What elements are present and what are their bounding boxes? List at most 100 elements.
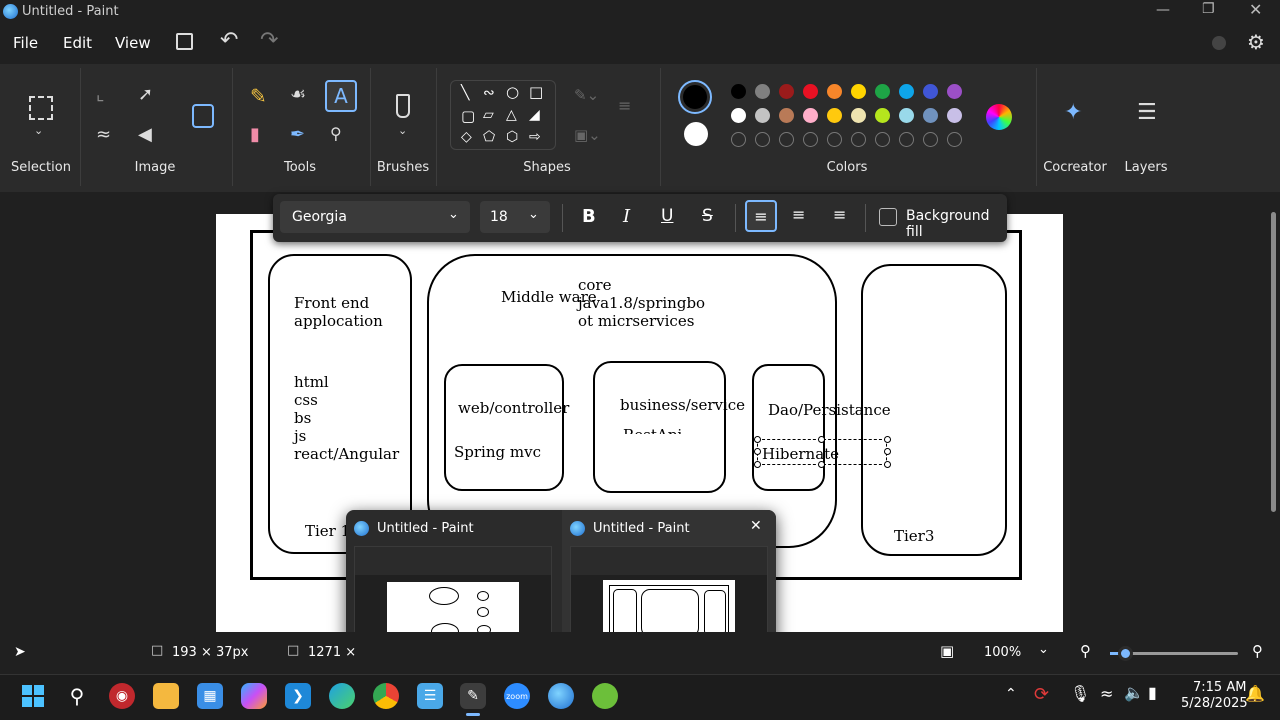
font-family-select[interactable]: Georgia ⌄ [280,201,470,233]
color-swatch[interactable] [755,108,770,123]
image-select-icon[interactable] [192,104,214,128]
rotate-icon[interactable]: ◀ [138,124,152,145]
close-icon[interactable]: ✕ [1249,0,1262,19]
leaf-app-icon[interactable] [592,683,618,709]
account-icon[interactable] [1212,36,1226,50]
resize-handle[interactable] [818,436,825,443]
volume-icon[interactable]: 🔈 [1124,683,1144,702]
menu-file[interactable]: File [13,34,38,52]
rounded-rect-shape-icon[interactable]: ▢ [461,107,475,125]
resize-handle[interactable] [884,461,891,468]
custom-color-slot[interactable] [923,132,938,147]
secondary-color-swatch[interactable] [684,122,708,146]
color-picker-icon[interactable]: ✒ [290,124,305,145]
resize-icon[interactable]: ➚ [138,84,153,105]
zoom-slider-thumb[interactable] [1118,646,1134,661]
fit-to-window-icon[interactable]: ▣ [940,642,954,660]
zoom-out-icon[interactable]: ⚲ [1080,642,1091,660]
color-swatch[interactable] [731,84,746,99]
edit-colors-icon[interactable] [986,104,1012,130]
selection-chevron-icon[interactable]: ⌄ [34,124,43,137]
vscode-icon[interactable]: ❯ [285,683,311,709]
fill-icon[interactable]: ☙ [290,84,306,105]
scrollbar-thumb[interactable] [1271,212,1276,512]
text-tool-icon[interactable]: A [325,80,357,112]
align-left-button[interactable]: ≡ [745,200,777,232]
color-swatch[interactable] [851,84,866,99]
color-swatch[interactable] [947,84,962,99]
custom-color-slot[interactable] [827,132,842,147]
eraser-icon[interactable]: ▮ [250,124,260,145]
menu-edit[interactable]: Edit [63,34,92,52]
color-swatch[interactable] [803,84,818,99]
clock-date[interactable]: 5/28/2025 [1181,696,1248,711]
start-icon[interactable] [20,683,46,709]
diamond-shape-icon[interactable]: ◇ [461,129,472,145]
right-triangle-shape-icon[interactable]: ◢ [529,107,540,123]
color-swatch[interactable] [779,108,794,123]
color-swatch[interactable] [923,108,938,123]
color-swatch[interactable] [923,84,938,99]
app-icon-red[interactable]: ◉ [109,683,135,709]
menu-view[interactable]: View [115,34,151,52]
custom-color-slot[interactable] [899,132,914,147]
custom-color-slot[interactable] [875,132,890,147]
custom-color-slot[interactable] [803,132,818,147]
color-swatch[interactable] [851,108,866,123]
custom-color-slot[interactable] [755,132,770,147]
brush-icon[interactable] [396,94,410,118]
color-swatch[interactable] [899,84,914,99]
brushes-chevron-icon[interactable]: ⌄ [398,124,407,137]
polygon-shape-icon[interactable]: ▱ [483,107,494,123]
pentagon-shape-icon[interactable]: ⬠ [483,129,495,145]
outline-icon[interactable]: ✎⌄ [574,86,599,104]
line-width-icon[interactable]: ≡ [618,96,631,115]
resize-handle[interactable] [818,461,825,468]
minimize-icon[interactable]: — [1156,2,1170,18]
shapes-gallery[interactable]: ╲ ∾ ○ □ ▢ ▱ △ ◢ ◇ ⬠ ⬡ ⇨ [450,80,556,150]
arrow-shape-icon[interactable]: ⇨ [529,129,541,145]
zoom-slider[interactable] [1110,646,1238,661]
hexagon-shape-icon[interactable]: ⬡ [506,129,518,145]
resize-handle[interactable] [884,436,891,443]
paint-taskbar-icon[interactable]: ✎ [460,683,486,709]
paint-app-taskbar-icon[interactable] [548,683,574,709]
custom-color-slot[interactable] [947,132,962,147]
color-swatch[interactable] [875,108,890,123]
rectangle-shape-icon[interactable]: □ [529,83,543,101]
resize-handle[interactable] [754,448,761,455]
chevron-up-icon[interactable]: ⌃ [1005,686,1017,702]
pencil-icon[interactable]: ✎ [250,84,267,108]
custom-color-slot[interactable] [731,132,746,147]
vertical-scrollbar[interactable] [1268,194,1280,632]
font-size-select[interactable]: 18 ⌄ [480,201,550,233]
notepad-icon[interactable]: ☰ [417,683,443,709]
color-swatch[interactable] [755,84,770,99]
strikethrough-button[interactable]: S [702,206,713,226]
file-explorer-icon[interactable] [153,683,179,709]
selection-icon[interactable] [29,96,53,120]
color-swatch[interactable] [779,84,794,99]
align-right-icon[interactable]: ≡ [833,205,846,224]
resize-handle[interactable] [754,461,761,468]
save-icon[interactable] [176,33,193,50]
settings-icon[interactable]: ⚙ [1247,30,1265,54]
curve-shape-icon[interactable]: ∾ [483,85,495,101]
custom-color-slot[interactable] [851,132,866,147]
custom-color-slot[interactable] [779,132,794,147]
undo-icon[interactable]: ↶ [220,28,238,53]
zoom-app-icon[interactable]: zoom [504,683,530,709]
zoom-select[interactable]: 100% ⌄ [976,638,1060,666]
bold-button[interactable]: B [582,206,596,227]
notification-icon[interactable]: 🔔 [1245,684,1265,703]
color-swatch[interactable] [899,108,914,123]
resize-handle[interactable] [754,436,761,443]
crop-icon[interactable]: ⌞ [96,84,104,105]
triangle-shape-icon[interactable]: △ [506,107,517,123]
search-icon[interactable]: ⚲ [64,683,90,709]
oval-shape-icon[interactable]: ○ [506,83,519,101]
close-icon[interactable]: ✕ [750,518,762,534]
color-swatch[interactable] [875,84,890,99]
color-swatch[interactable] [731,108,746,123]
edge-icon[interactable] [329,683,355,709]
